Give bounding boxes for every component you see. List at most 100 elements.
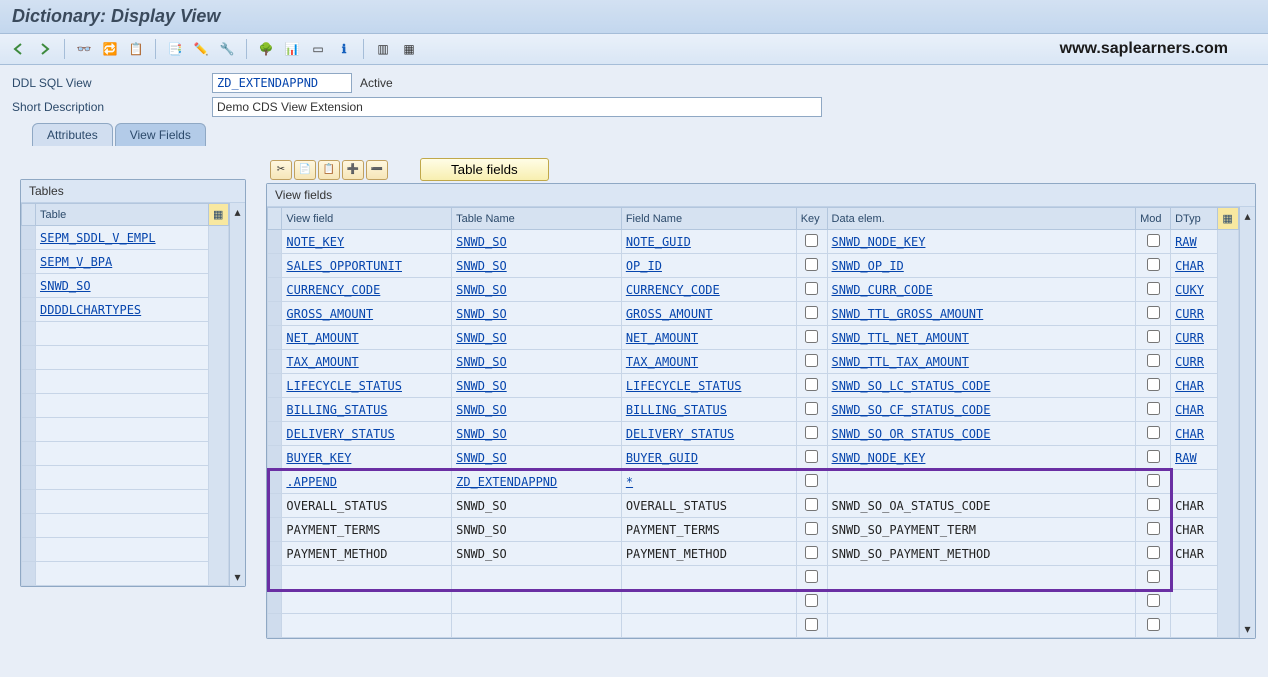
paste-icon[interactable]: 📋 [318,160,340,180]
cell-mod[interactable] [1136,494,1171,518]
mod-checkbox[interactable] [1147,618,1160,631]
cell-table-name[interactable]: SNWD_SO [452,230,622,254]
grid-settings-icon[interactable]: ▦ [1218,208,1239,230]
tab-attributes[interactable]: Attributes [32,123,113,146]
cell-key[interactable] [796,590,827,614]
cell-dtyp[interactable]: CURR [1171,326,1218,350]
cell-data-elem[interactable]: SNWD_SO_OA_STATUS_CODE [827,494,1136,518]
columns-icon[interactable]: ▥ [372,38,394,60]
row-handle[interactable] [22,346,36,370]
cell-mod[interactable] [1136,542,1171,566]
cell-view-field[interactable]: TAX_AMOUNT [282,350,452,374]
tab-view-fields[interactable]: View Fields [115,123,206,146]
tables-col-table[interactable]: Table [36,204,209,226]
key-checkbox[interactable] [805,426,818,439]
cell-key[interactable] [796,350,827,374]
mod-checkbox[interactable] [1147,594,1160,607]
row-handle[interactable] [268,230,282,254]
cell-data-elem[interactable]: SNWD_TTL_GROSS_AMOUNT [827,302,1136,326]
cut-icon[interactable]: ✂ [270,160,292,180]
row-handle[interactable] [22,538,36,562]
mod-checkbox[interactable] [1147,258,1160,271]
table-cell[interactable] [36,346,209,370]
cell-field-name[interactable]: DELIVERY_STATUS [621,422,796,446]
cell-field-name[interactable]: PAYMENT_METHOD [621,542,796,566]
mod-checkbox[interactable] [1147,450,1160,463]
cell-view-field[interactable]: OVERALL_STATUS [282,494,452,518]
row-handle[interactable] [268,590,282,614]
cell-table-name[interactable]: SNWD_SO [452,278,622,302]
row-handle[interactable] [268,446,282,470]
cell-view-field[interactable]: DELIVERY_STATUS [282,422,452,446]
description-input[interactable] [212,97,822,117]
cell-dtyp[interactable]: CURR [1171,350,1218,374]
cell-table-name[interactable]: ZD_EXTENDAPPND [452,470,622,494]
cell-key[interactable] [796,398,827,422]
back-icon[interactable] [8,38,30,60]
row-handle[interactable] [22,562,36,586]
cell-key[interactable] [796,566,827,590]
cell-table-name[interactable]: SNWD_SO [452,494,622,518]
mod-checkbox[interactable] [1147,306,1160,319]
cell-data-elem[interactable]: SNWD_TTL_TAX_AMOUNT [827,350,1136,374]
key-checkbox[interactable] [805,234,818,247]
cell-dtyp[interactable]: CHAR [1171,398,1218,422]
key-checkbox[interactable] [805,378,818,391]
delete-row-icon[interactable]: ➖ [366,160,388,180]
col-data-elem[interactable]: Data elem. [827,208,1136,230]
cell-dtyp[interactable]: CHAR [1171,518,1218,542]
cell-mod[interactable] [1136,374,1171,398]
cell-table-name[interactable] [452,590,622,614]
cell-view-field[interactable]: BUYER_KEY [282,446,452,470]
cell-key[interactable] [796,326,827,350]
cell-table-name[interactable] [452,614,622,638]
cell-table-name[interactable] [452,566,622,590]
col-field-name[interactable]: Field Name [621,208,796,230]
row-handle[interactable] [22,394,36,418]
key-checkbox[interactable] [805,570,818,583]
row-handle[interactable] [268,350,282,374]
key-checkbox[interactable] [805,306,818,319]
cell-data-elem[interactable] [827,470,1136,494]
cell-view-field[interactable]: PAYMENT_METHOD [282,542,452,566]
cell-mod[interactable] [1136,302,1171,326]
cell-mod[interactable] [1136,350,1171,374]
cell-mod[interactable] [1136,590,1171,614]
cell-key[interactable] [796,470,827,494]
mod-checkbox[interactable] [1147,498,1160,511]
table-cell[interactable]: SEPM_SDDL_V_EMPL [36,226,209,250]
tables-scrollbar[interactable]: ▴ ▾ [229,203,245,586]
row-handle[interactable] [268,566,282,590]
key-checkbox[interactable] [805,618,818,631]
key-checkbox[interactable] [805,450,818,463]
cell-dtyp[interactable] [1171,566,1218,590]
table-cell[interactable] [36,418,209,442]
col-table-name[interactable]: Table Name [452,208,622,230]
cell-dtyp[interactable]: CURR [1171,302,1218,326]
ddl-view-input[interactable] [212,73,352,93]
cell-table-name[interactable]: SNWD_SO [452,446,622,470]
row-handle[interactable] [22,370,36,394]
row-handle[interactable] [22,418,36,442]
check-icon[interactable]: 🔧 [216,38,238,60]
cell-field-name[interactable]: NOTE_GUID [621,230,796,254]
copy-icon[interactable]: 📄 [294,160,316,180]
row-handle[interactable] [268,470,282,494]
row-handle[interactable] [268,422,282,446]
cell-view-field[interactable]: LIFECYCLE_STATUS [282,374,452,398]
col-key[interactable]: Key [796,208,827,230]
key-checkbox[interactable] [805,546,818,559]
mod-checkbox[interactable] [1147,426,1160,439]
table-cell[interactable] [36,394,209,418]
cell-dtyp[interactable] [1171,470,1218,494]
col-view-field[interactable]: View field [282,208,452,230]
cell-data-elem[interactable] [827,614,1136,638]
cell-dtyp[interactable]: CHAR [1171,494,1218,518]
display-icon[interactable]: ▭ [307,38,329,60]
mod-checkbox[interactable] [1147,522,1160,535]
scroll-down-icon[interactable]: ▾ [234,570,240,584]
cell-mod[interactable] [1136,518,1171,542]
scroll-down-icon[interactable]: ▾ [1244,622,1250,636]
mod-checkbox[interactable] [1147,234,1160,247]
cell-field-name[interactable]: OVERALL_STATUS [621,494,796,518]
